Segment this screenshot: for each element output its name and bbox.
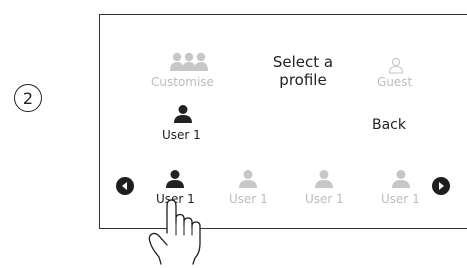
guest-outline-icon <box>388 57 404 74</box>
carousel-item-label: User 1 <box>305 192 344 206</box>
tap-hand-icon <box>148 199 201 265</box>
carousel-prev-button[interactable] <box>116 177 134 195</box>
step-number-badge: 2 <box>14 84 42 112</box>
carousel-item-label: User 1 <box>381 192 420 206</box>
group-icon <box>170 52 208 71</box>
instruction-illustration: 2 Customise Select a profile Guest User … <box>0 0 467 268</box>
back-button[interactable]: Back <box>372 117 406 133</box>
current-user-label: User 1 <box>162 128 201 142</box>
carousel-next-button[interactable] <box>432 177 450 195</box>
user-icon <box>315 170 333 188</box>
arrow-left-icon <box>122 182 127 190</box>
guest-label: Guest <box>377 75 413 89</box>
customise-label: Customise <box>151 75 214 89</box>
user-icon <box>166 170 184 188</box>
user-icon <box>239 170 257 188</box>
user-icon <box>392 170 410 188</box>
step-number: 2 <box>22 88 34 108</box>
arrow-right-icon <box>439 182 444 190</box>
user-icon <box>174 105 192 123</box>
carousel-item-label: User 1 <box>229 192 268 206</box>
page-title: Select a profile <box>272 53 334 89</box>
